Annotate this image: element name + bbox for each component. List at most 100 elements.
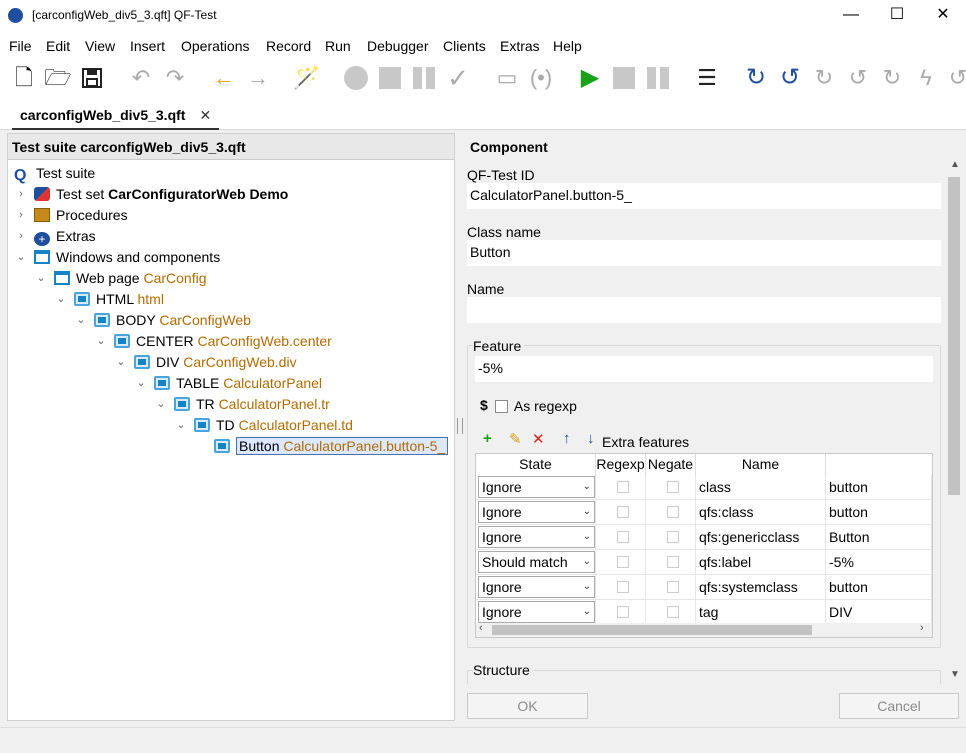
tree-node-tr[interactable]: ⌄ TR CalculatorPanel.tr (156, 394, 329, 414)
col-state[interactable]: State (476, 454, 596, 475)
state-dropdown[interactable]: Should match ⌄ (478, 551, 595, 573)
expand-chevron-icon[interactable]: › (14, 205, 28, 225)
feature-field[interactable]: -5% (475, 356, 933, 382)
menu-file[interactable]: File (9, 38, 32, 54)
scroll-thumb[interactable] (492, 625, 812, 635)
regexp-checkbox[interactable] (617, 581, 629, 593)
skip-over-icon[interactable]: ↺ (844, 64, 872, 92)
menu-operations[interactable]: Operations (181, 38, 249, 54)
negate-checkbox[interactable] (667, 481, 679, 493)
menu-clients[interactable]: Clients (443, 38, 486, 54)
feature-value-cell[interactable]: button (826, 500, 932, 525)
magic-wand-icon[interactable]: 🪄 (293, 64, 321, 92)
regexp-checkbox[interactable] (617, 606, 629, 618)
detail-vertical-scrollbar[interactable]: ▲ ▼ (946, 157, 963, 684)
negate-checkbox[interactable] (667, 506, 679, 518)
pause-run-icon[interactable] (644, 64, 672, 92)
tree-node-test-suite[interactable]: Q Test suite (14, 163, 95, 184)
step-over-icon[interactable]: ↺ (776, 64, 804, 92)
scroll-thumb[interactable] (948, 177, 960, 495)
panel-splitter[interactable] (457, 418, 463, 434)
component-record-icon[interactable]: (•) (527, 64, 555, 92)
minimize-button[interactable]: — (828, 0, 874, 32)
menu-record[interactable]: Record (266, 38, 311, 54)
tree-node-td[interactable]: ⌄ TD CalculatorPanel.td (176, 415, 353, 435)
continue-icon[interactable]: ↺ (944, 64, 966, 92)
pause-record-icon[interactable] (410, 64, 438, 92)
stop-record-icon[interactable] (376, 64, 404, 92)
feature-value-cell[interactable]: Button (826, 525, 932, 550)
state-dropdown[interactable]: Ignore ⌄ (478, 476, 595, 498)
menu-extras[interactable]: Extras (500, 38, 540, 54)
new-file-icon[interactable]: 🗋 (10, 64, 38, 92)
feature-name-cell[interactable]: tag (696, 600, 826, 625)
collapse-chevron-icon[interactable]: ⌄ (174, 415, 188, 435)
ok-button[interactable]: OK (467, 693, 588, 719)
regexp-checkbox[interactable] (617, 531, 629, 543)
scroll-down-icon[interactable]: ▼ (950, 669, 960, 680)
feature-value-cell[interactable]: button (826, 475, 932, 500)
class-name-field[interactable]: Button (467, 240, 941, 266)
window-icon[interactable]: ▭ (493, 64, 521, 92)
open-folder-icon[interactable]: 🗁 (44, 64, 72, 92)
step-out-icon[interactable]: ↻ (810, 64, 838, 92)
horizontal-scrollbar[interactable]: ‹ › (476, 622, 932, 637)
tree-node-html[interactable]: ⌄ HTML html (56, 289, 164, 309)
collapse-chevron-icon[interactable]: ⌄ (154, 394, 168, 414)
collapse-chevron-icon[interactable]: ⌄ (54, 289, 68, 309)
skip-out-icon[interactable]: ↻ (878, 64, 906, 92)
col-negate[interactable]: Negate (646, 454, 696, 475)
close-button[interactable]: ✕ (920, 0, 966, 32)
close-tab-icon[interactable]: ✕ (199, 107, 211, 124)
as-regexp-checkbox-wrap[interactable]: As regexp (495, 398, 577, 414)
undo-icon[interactable]: ↶ (127, 64, 155, 92)
collapse-chevron-icon[interactable]: ⌄ (94, 331, 108, 351)
as-regexp-checkbox[interactable] (495, 400, 508, 413)
feature-value-cell[interactable]: button (826, 575, 932, 600)
state-dropdown[interactable]: Ignore ⌄ (478, 501, 595, 523)
collapse-chevron-icon[interactable]: ⌄ (34, 268, 48, 288)
tree-node-test-set[interactable]: › Test set CarConfiguratorWeb Demo (19, 184, 288, 204)
forward-arrow-icon[interactable]: → (244, 64, 272, 92)
collapse-chevron-icon[interactable]: ⌄ (114, 352, 128, 372)
feature-value-cell[interactable]: -5% (826, 550, 932, 575)
expand-chevron-icon[interactable]: › (14, 184, 28, 204)
tree-node-procedures[interactable]: › Procedures (19, 205, 127, 225)
break-icon[interactable]: ϟ (912, 64, 940, 92)
step-into-icon[interactable]: ↻ (742, 64, 770, 92)
tree-node-button-selected[interactable]: Button CalculatorPanel.button-5_ (214, 436, 449, 456)
tree-node-center[interactable]: ⌄ CENTER CarConfigWeb.center (96, 331, 331, 351)
regexp-checkbox[interactable] (617, 481, 629, 493)
redo-icon[interactable]: ↷ (161, 64, 189, 92)
tree-node-table[interactable]: ⌄ TABLE CalculatorPanel (136, 373, 322, 393)
tree-node-body[interactable]: ⌄ BODY CarConfigWeb (76, 310, 251, 330)
tree-node-web-page[interactable]: ⌄ Web page CarConfig (36, 268, 206, 288)
feature-name-cell[interactable]: qfs:genericclass (696, 525, 826, 550)
edit-row-icon[interactable]: ✎ (509, 430, 522, 448)
tab-test-suite[interactable]: carconfigWeb_div5_3.qft ✕ (12, 102, 220, 130)
feature-name-cell[interactable]: qfs:systemclass (696, 575, 826, 600)
col-value[interactable] (826, 454, 932, 475)
maximize-button[interactable]: ☐ (874, 0, 920, 32)
run-icon[interactable]: ▶ (576, 64, 604, 92)
scroll-left-icon[interactable]: ‹ (479, 622, 483, 634)
stop-run-icon[interactable] (610, 64, 638, 92)
run-log-icon[interactable]: ☰ (693, 64, 721, 92)
col-name[interactable]: Name (696, 454, 826, 475)
scroll-right-icon[interactable]: › (920, 622, 924, 634)
state-dropdown[interactable]: Ignore ⌄ (478, 526, 595, 548)
state-dropdown[interactable]: Ignore ⌄ (478, 576, 595, 598)
negate-checkbox[interactable] (667, 606, 679, 618)
col-regexp[interactable]: Regexp (596, 454, 646, 475)
menu-view[interactable]: View (85, 38, 115, 54)
collapse-chevron-icon[interactable]: ⌄ (74, 310, 88, 330)
selected-node-label[interactable]: Button CalculatorPanel.button-5_ (236, 437, 449, 455)
name-field[interactable] (467, 297, 941, 323)
tree-node-div[interactable]: ⌄ DIV CarConfigWeb.div (116, 352, 296, 372)
state-dropdown[interactable]: Ignore ⌄ (478, 601, 595, 623)
menu-edit[interactable]: Edit (46, 38, 70, 54)
add-row-icon[interactable]: + (483, 430, 492, 447)
tree-node-extras[interactable]: › + Extras (19, 226, 96, 246)
scroll-up-icon[interactable]: ▲ (950, 159, 960, 170)
regexp-checkbox[interactable] (617, 556, 629, 568)
